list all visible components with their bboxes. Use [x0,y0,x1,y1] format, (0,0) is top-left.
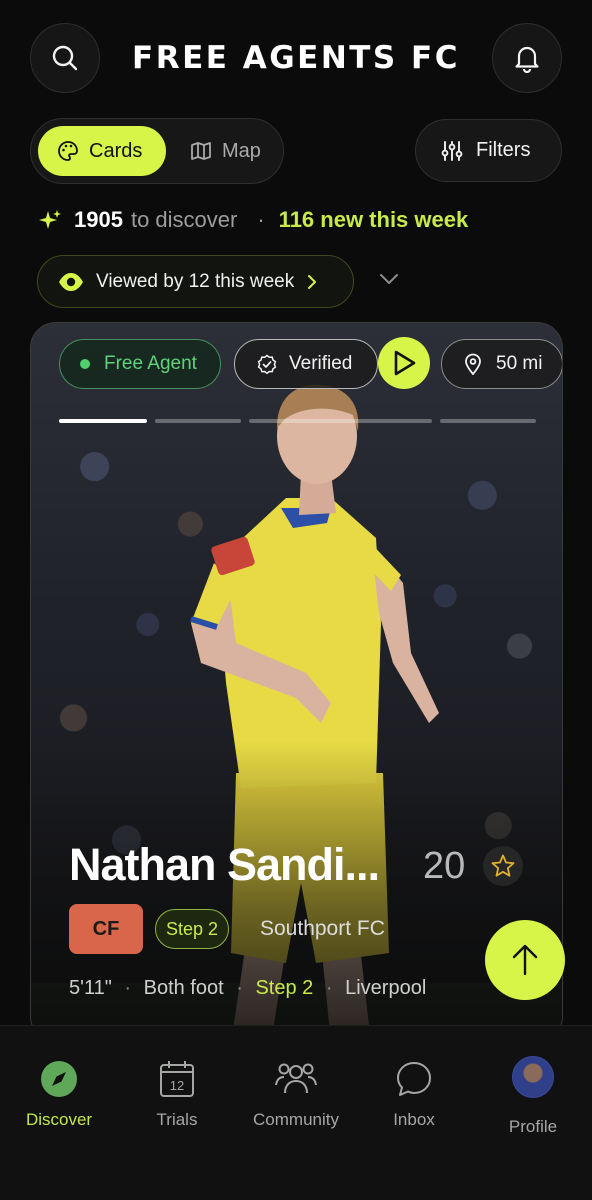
map-icon [191,142,211,160]
chat-bubble-icon [397,1062,431,1096]
player-height: 5'11" [69,977,112,999]
nav-item-inbox[interactable]: Inbox [355,1026,473,1166]
filters-button[interactable]: Filters [415,119,562,182]
discover-stats: 1905 to discover · 116 new this week [38,204,468,236]
distance-label: 50 mi [496,353,543,374]
progress-segment [249,419,432,423]
player-step: Step 2 [255,977,314,999]
free-agent-chip: Free Agent [59,339,221,389]
filters-label: Filters [476,139,531,161]
nav-label-trials: Trials [156,1110,198,1129]
nav-label-community: Community [253,1110,339,1129]
bottom-nav: Discover 12 Trials Community Inbox Profi… [0,1025,592,1200]
palette-icon [58,141,78,161]
arrow-up-icon [512,944,538,976]
nav-item-community[interactable]: Community [237,1026,355,1166]
calendar-day: 12 [170,1078,184,1093]
nav-label-discover: Discover [25,1110,93,1129]
status-dot [80,359,90,369]
progress-segment [155,419,241,423]
step-level-chip: Step 2 [155,909,229,949]
nav-label-inbox: Inbox [393,1110,435,1129]
chevron-right-icon [308,274,317,289]
bell-icon [515,46,539,73]
play-icon [394,350,416,376]
nav-item-profile[interactable]: Profile [474,1026,592,1166]
progress-segment [59,419,147,423]
player-meta: 5'11" · Both foot · Step 2 · Liverpool [69,977,426,1000]
player-card[interactable]: Free Agent Verified 50 mi Nathan Sandi..… [30,322,563,1042]
nav-item-discover[interactable]: Discover [0,1026,118,1166]
view-toggle: Cards Map [30,118,284,184]
meta-separator: · [236,977,243,999]
verified-badge-icon [257,354,277,374]
discover-count: 1905 [74,207,123,232]
compass-icon [41,1061,77,1097]
location-pin-icon [465,353,481,375]
viewed-by-label: Viewed by 12 this week [96,270,295,292]
player-foot: Both foot [143,977,224,999]
player-location: Liverpool [345,977,427,999]
tab-map[interactable]: Map [171,126,279,176]
sliders-icon [441,140,463,161]
avatar [512,1056,554,1098]
meta-separator: · [124,977,132,999]
nav-label-profile: Profile [508,1117,558,1136]
nav-item-trials[interactable]: 12 Trials [118,1026,236,1166]
player-name: Nathan Sandi... [69,839,380,890]
meta-separator: · [325,977,333,999]
club-name: Southport FC [260,917,385,940]
favorite-button[interactable] [483,846,523,886]
new-this-week: 116 new this week [278,207,469,232]
users-icon [275,1063,317,1094]
verified-label: Verified [289,353,353,374]
player-age: 20 [423,845,466,887]
viewed-by-pill[interactable]: Viewed by 12 this week [37,255,354,308]
sparkle-icon [39,210,61,229]
star-icon [491,854,515,877]
notifications-button[interactable] [492,23,562,93]
verified-chip: Verified [234,339,378,389]
discover-count-suffix: to discover [130,207,238,232]
free-agent-label: Free Agent [104,353,197,374]
tab-cards-label: Cards [89,139,143,162]
calendar-icon: 12 [160,1061,194,1097]
progress-segment [440,419,536,423]
distance-chip: 50 mi [441,339,562,389]
scroll-up-button[interactable] [485,920,565,1000]
position-badge: CF [69,904,143,954]
play-video-button[interactable] [378,337,430,389]
tab-cards[interactable]: Cards [38,126,166,176]
tab-map-label: Map [222,139,261,162]
stats-separator: · [257,207,265,232]
eye-icon [59,272,83,291]
chevron-down-icon[interactable] [378,272,400,286]
